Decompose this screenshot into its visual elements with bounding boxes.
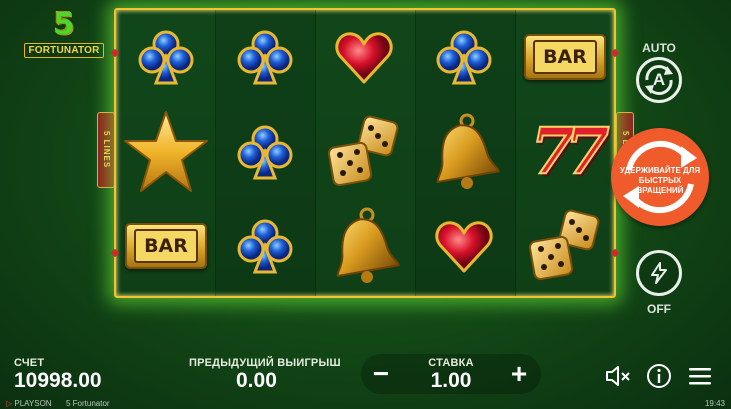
logo-number: 5 [53,7,75,42]
club-gem-symbol [419,12,509,102]
prev-win-label: ПРЕДЫДУЩИЙ ВЫИГРЫШ [189,357,341,369]
balance-label: СЧЕТ [14,357,45,369]
brand-name: PLAYSON [14,399,52,408]
bar-symbol-text: BAR [533,40,597,74]
footer-brand: ▷ PLAYSON [6,399,52,408]
dice-icon [528,209,600,281]
heart-gem-symbol [319,12,409,102]
stake-plus-button[interactable]: + [499,354,539,394]
heart-gem-icon [335,32,393,84]
autoplay-button[interactable]: A [636,57,682,103]
info-button[interactable] [645,362,673,390]
spin-button[interactable]: УДЕРЖИВАЙТЕ ДЛЯ БЫСТРЫХ ВРАЩЕНИЙ [611,128,709,226]
stake-minus-button[interactable]: − [361,354,401,394]
star-icon [124,111,208,192]
club-gem-symbol [220,12,310,102]
turbo-state: OFF [647,302,671,316]
footer-game-name: 5 Fortunator [66,399,110,408]
footer-clock: 19:43 [704,399,725,408]
stake-label: СТАВКА [428,357,474,369]
club-gem-icon [237,125,293,180]
spin-hint: УДЕРЖИВАЙТЕ ДЛЯ БЫСТРЫХ ВРАЩЕНИЙ [619,166,701,195]
bell-icon [436,113,500,189]
club-gem-icon [237,30,293,85]
hamburger-menu-icon [689,368,711,385]
balance-value: 10998.00 [14,369,102,392]
club-gem-symbol [220,201,310,291]
menu-button[interactable] [686,362,714,390]
lines-badge-left: 5 LINES [97,112,115,188]
star-symbol [121,107,211,197]
logo-name: FORTUNATOR [24,43,104,58]
bar-symbol-text: BAR [134,229,198,263]
club-gem-symbol [220,107,310,197]
club-gem-icon [237,219,293,274]
bar-symbol-plate: BAR [524,34,606,80]
bell-symbol [319,201,409,291]
bell-symbol [419,107,509,197]
info-icon [647,364,671,388]
turbo-button[interactable] [636,250,682,296]
seven-symbol-text: 77 [529,114,610,189]
bar-symbol: BAR [522,32,608,82]
sound-muted-icon [606,366,630,386]
game-logo: 5 FORTUNATOR [24,7,104,58]
seven-symbol: 77 [520,107,610,197]
club-gem-symbol [121,12,211,102]
heart-gem-symbol [419,201,509,291]
dice-symbol [319,107,409,197]
club-gem-icon [436,30,492,85]
dice-symbol [520,201,610,291]
lightning-icon [651,262,667,284]
stake-value: 1.00 [430,369,472,392]
bar-symbol: BAR [123,221,209,271]
club-gem-icon [138,30,194,85]
autoplay-letter: A [652,70,666,89]
auto-label: AUTO [642,41,676,55]
sound-button[interactable] [604,362,632,390]
heart-gem-icon [435,221,493,273]
dice-icon [327,115,399,187]
prev-win-value: 0.00 [236,369,277,392]
bar-symbol-plate: BAR [125,223,207,269]
bell-icon [336,207,400,283]
